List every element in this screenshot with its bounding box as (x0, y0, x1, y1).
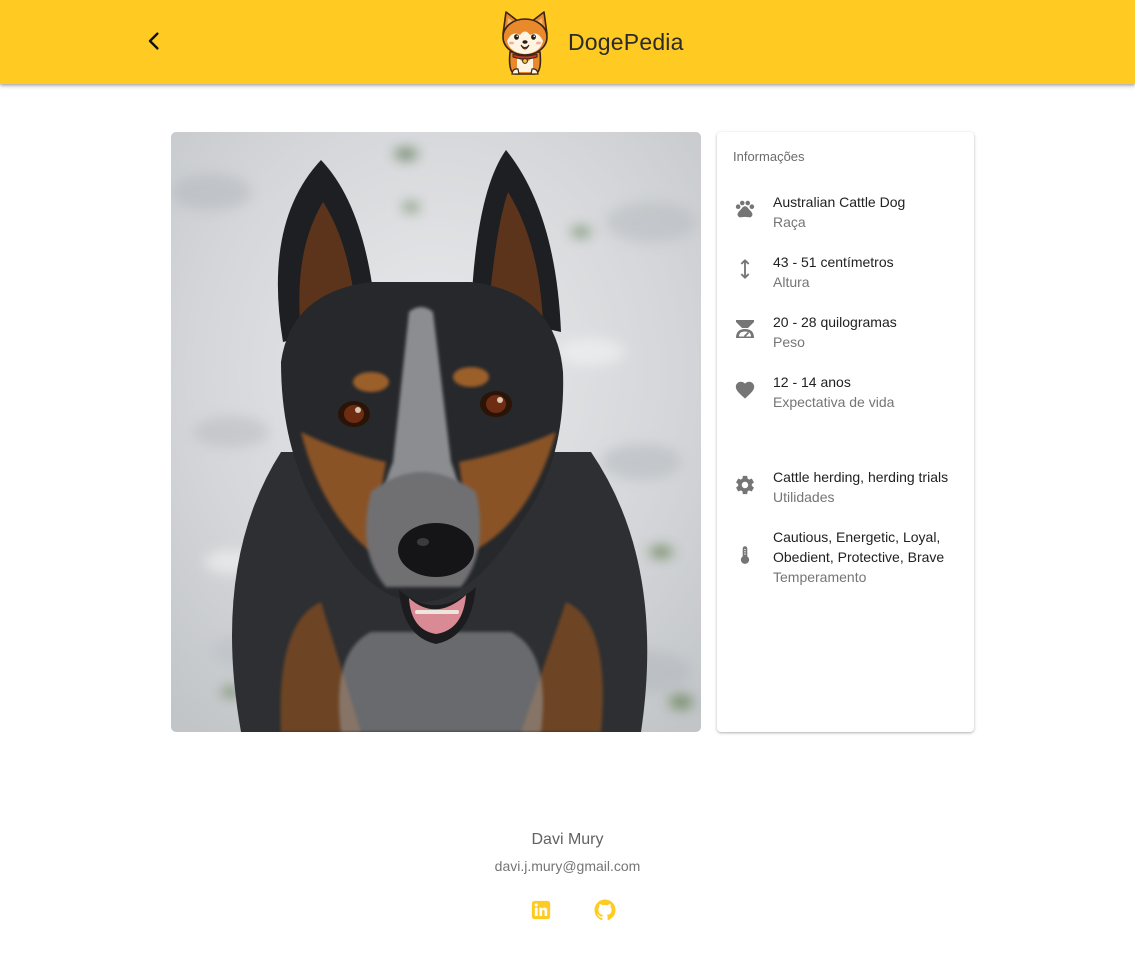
temperament-label: Temperamento (773, 569, 867, 585)
github-link[interactable] (593, 898, 617, 922)
paw-icon (733, 197, 757, 221)
scale-icon (733, 317, 757, 341)
app-title: DogePedia (568, 28, 684, 55)
info-item-breed: Australian Cattle Dog Raça (717, 192, 974, 244)
info-item-height: 43 - 51 centímetros Altura (717, 252, 974, 304)
utilities-value: Cattle herding, herding trials (773, 469, 949, 485)
github-icon (594, 899, 616, 921)
thermometer-icon (733, 543, 757, 567)
shiba-dog-logo (502, 11, 548, 75)
weight-label: Peso (773, 334, 805, 350)
height-label: Altura (773, 274, 810, 290)
linkedin-icon (531, 900, 551, 920)
back-button[interactable] (136, 22, 172, 60)
breed-value: Australian Cattle Dog (773, 194, 906, 210)
utilities-label: Utilidades (773, 489, 835, 505)
linkedin-link[interactable] (529, 898, 553, 922)
info-item-temperament: Cautious, Energetic, Loyal, Obedient, Pr… (717, 527, 974, 599)
arrow-back-icon (148, 32, 159, 50)
australian-cattle-dog-photo (171, 132, 701, 732)
info-card: Informações Australian Cattle Dog Raça 4… (717, 132, 974, 732)
breed-photo (171, 132, 701, 732)
info-item-utilities: Cattle herding, herding trials Utilidade… (717, 467, 974, 519)
breed-label: Raça (773, 214, 806, 230)
info-item-weight: 20 - 28 quilogramas Peso (717, 312, 974, 364)
brand[interactable]: DogePedia (498, 8, 684, 76)
author-name: Davi Mury (531, 831, 604, 848)
height-value: 43 - 51 centímetros (773, 254, 894, 270)
gear-icon (733, 473, 757, 497)
app-bar: DogePedia (0, 0, 1135, 84)
weight-value: 20 - 28 quilogramas (773, 314, 897, 330)
heart-icon (733, 378, 757, 402)
info-item-lifespan: 12 - 14 anos Expectativa de vida (717, 372, 974, 424)
temperament-value: Cautious, Energetic, Loyal, Obedient, Pr… (773, 529, 945, 565)
lifespan-label: Expectativa de vida (773, 394, 895, 410)
lifespan-value: 12 - 14 anos (773, 374, 851, 390)
info-heading: Informações (733, 149, 805, 164)
author-email[interactable]: davi.j.mury@gmail.com (0, 858, 1135, 874)
height-icon (733, 257, 757, 281)
